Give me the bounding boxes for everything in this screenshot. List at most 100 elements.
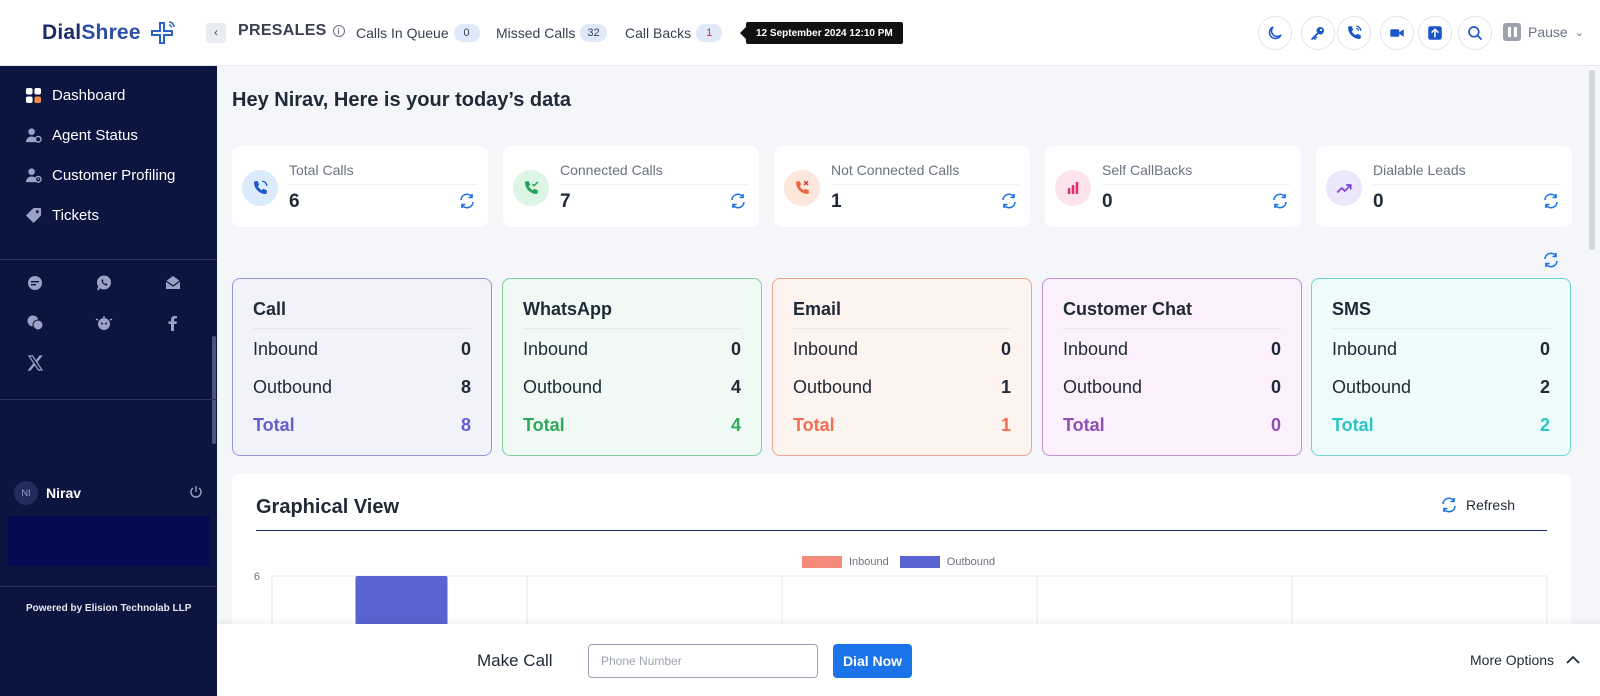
sidebar: Dashboard Agent Status Customer Profilin… bbox=[0, 66, 217, 696]
video-call-button[interactable] bbox=[1380, 16, 1414, 50]
channel-title: Call bbox=[253, 299, 287, 319]
graph-refresh-button[interactable]: Refresh bbox=[1440, 496, 1515, 514]
pause-icon bbox=[1503, 23, 1521, 41]
sidebar-collapse-button[interactable]: ‹ bbox=[206, 23, 226, 43]
row-label: Inbound bbox=[1063, 338, 1129, 359]
key-button[interactable] bbox=[1301, 16, 1335, 50]
graph-divider bbox=[256, 530, 1547, 531]
channel-card-customer-chat: Customer Chat Inbound 0 Outbound 0 Total 0 bbox=[1042, 278, 1302, 456]
sidebar-item-tickets[interactable]: Tickets bbox=[24, 203, 99, 227]
refresh-icon[interactable] bbox=[1271, 192, 1289, 210]
chat-icon[interactable] bbox=[24, 272, 46, 294]
upload-icon bbox=[1428, 26, 1442, 40]
facebook-icon[interactable] bbox=[162, 312, 184, 334]
sidebar-scrollbar[interactable] bbox=[212, 336, 216, 444]
bar-chart-icon bbox=[1055, 170, 1091, 206]
kpi-card-total-calls: Total Calls 6 bbox=[232, 146, 488, 227]
campaign-name: PRESALES i bbox=[238, 22, 345, 40]
sidebar-item-dashboard[interactable]: Dashboard bbox=[24, 83, 125, 107]
channel-row-outbound: Outbound 2 bbox=[1332, 376, 1550, 398]
sidebar-item-agent-status[interactable]: Agent Status bbox=[24, 123, 138, 147]
call-backs[interactable]: Call Backs 1 bbox=[625, 24, 723, 42]
phone-number-input[interactable] bbox=[588, 644, 818, 678]
kpi-value: 0 bbox=[1373, 191, 1384, 212]
row-value: 0 bbox=[1270, 338, 1281, 359]
channel-row-total: Total 2 bbox=[1332, 414, 1550, 436]
bot-icon[interactable] bbox=[93, 312, 115, 334]
user-profile[interactable]: NI Nirav bbox=[14, 480, 204, 506]
refresh-icon[interactable] bbox=[729, 192, 747, 210]
row-value: 4 bbox=[730, 414, 741, 435]
power-icon[interactable] bbox=[188, 484, 204, 500]
key-icon bbox=[1311, 27, 1324, 40]
calls-in-queue[interactable]: Calls In Queue 0 bbox=[356, 24, 480, 42]
row-value: 2 bbox=[1539, 414, 1550, 435]
agent-status-icon bbox=[24, 126, 42, 144]
ticket-icon bbox=[24, 206, 42, 224]
pause-dropdown[interactable]: Pause ⌄ bbox=[1503, 23, 1584, 41]
channel-divider bbox=[523, 328, 741, 329]
channel-divider bbox=[1332, 328, 1550, 329]
sidebar-item-customer-profiling[interactable]: Customer Profiling bbox=[24, 163, 175, 187]
missed-calls[interactable]: Missed Calls 32 bbox=[496, 24, 607, 42]
chevron-down-icon: ⌄ bbox=[1574, 26, 1584, 39]
channel-row-inbound: Inbound 0 bbox=[1332, 338, 1550, 360]
legend-swatch-outbound[interactable] bbox=[899, 556, 940, 568]
kpi-divider bbox=[831, 184, 1019, 185]
powered-by-text: Powered by Elision Technolab LLP bbox=[26, 603, 192, 614]
sidebar-divider bbox=[0, 259, 217, 260]
messages-icon[interactable] bbox=[24, 312, 46, 334]
sidebar-item-label: Dashboard bbox=[52, 86, 126, 104]
make-call-label: Make Call bbox=[477, 651, 553, 670]
row-value: 8 bbox=[460, 414, 471, 435]
channel-divider bbox=[1063, 328, 1281, 329]
customer-profiling-icon bbox=[24, 166, 42, 184]
channel-divider bbox=[793, 328, 1011, 329]
refresh-channels-icon[interactable] bbox=[1542, 251, 1560, 269]
kpi-card-not-connected-calls: Not Connected Calls 1 bbox=[774, 146, 1030, 227]
legend-label-outbound: Outbound bbox=[946, 556, 996, 568]
kpi-value: 1 bbox=[831, 191, 842, 212]
refresh-icon[interactable] bbox=[1000, 192, 1018, 210]
kpi-label: Not Connected Calls bbox=[831, 162, 960, 178]
chevron-up-icon bbox=[1566, 655, 1580, 664]
more-options-button[interactable]: More Options bbox=[1470, 652, 1580, 668]
refresh-icon bbox=[1442, 497, 1456, 513]
trending-up-icon bbox=[1326, 170, 1362, 206]
refresh-icon[interactable] bbox=[458, 192, 476, 210]
dark-mode-button[interactable] bbox=[1258, 16, 1292, 50]
legend-swatch-inbound[interactable] bbox=[802, 556, 842, 568]
search-button[interactable] bbox=[1458, 16, 1492, 50]
whatsapp-icon[interactable] bbox=[93, 272, 115, 294]
legend-label-inbound: Inbound bbox=[849, 556, 889, 568]
main-scrollbar[interactable] bbox=[1589, 70, 1595, 250]
row-label: Inbound bbox=[523, 338, 589, 359]
kpi-card-dialable-leads: Dialable Leads 0 bbox=[1316, 146, 1572, 227]
upload-button[interactable] bbox=[1418, 16, 1452, 50]
channel-row-outbound: Outbound 8 bbox=[253, 376, 471, 398]
pause-label: Pause bbox=[1528, 24, 1568, 40]
email-icon[interactable] bbox=[162, 272, 184, 294]
call-backs-badge: 1 bbox=[696, 24, 723, 42]
x-twitter-icon[interactable] bbox=[24, 352, 46, 374]
dashboard-icon bbox=[24, 86, 42, 104]
call-transfer-button[interactable] bbox=[1337, 16, 1371, 50]
refresh-icon[interactable] bbox=[1542, 192, 1560, 210]
row-label: Total bbox=[1332, 414, 1374, 435]
dial-now-button[interactable]: Dial Now bbox=[833, 644, 912, 678]
missed-calls-label: Missed Calls bbox=[496, 25, 576, 41]
row-label: Total bbox=[523, 414, 565, 435]
channel-row-total: Total 0 bbox=[1063, 414, 1281, 436]
row-label: Outbound bbox=[793, 376, 873, 397]
kpi-value: 7 bbox=[560, 191, 571, 212]
row-value: 2 bbox=[1539, 376, 1550, 397]
logo-mark-icon bbox=[150, 21, 175, 44]
calls-in-queue-badge: 0 bbox=[453, 24, 480, 42]
row-label: Outbound bbox=[523, 376, 603, 397]
dialshree-logo[interactable]: Dial Shree bbox=[42, 18, 177, 48]
kpi-divider bbox=[1373, 184, 1561, 185]
moon-icon bbox=[1268, 26, 1282, 40]
row-label: Outbound bbox=[1063, 376, 1143, 397]
info-icon[interactable]: i bbox=[332, 25, 345, 37]
kpi-label: Total Calls bbox=[289, 162, 354, 178]
